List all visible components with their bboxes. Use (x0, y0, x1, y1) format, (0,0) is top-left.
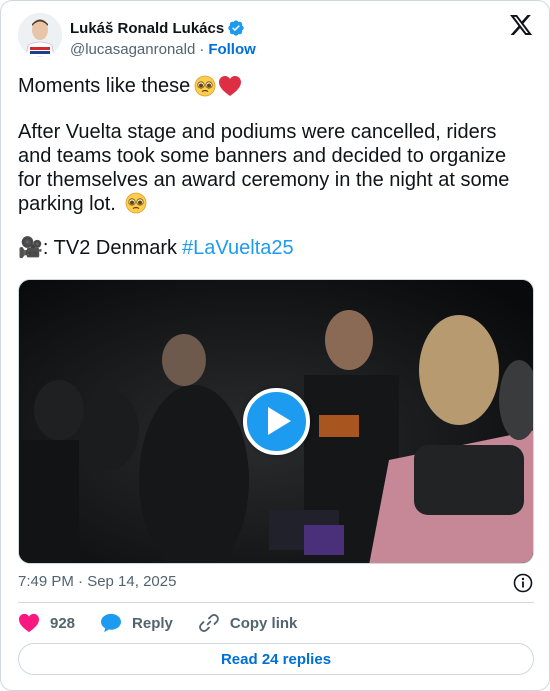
tweet-card: Lukáš Ronald Lukács @lucasaganronald · F… (0, 0, 550, 691)
tweet-header: Lukáš Ronald Lukács @lucasaganronald · F… (18, 13, 534, 63)
pleading-face-emoji (126, 192, 147, 214)
handle[interactable]: @lucasaganronald (70, 41, 195, 58)
read-replies-label: Read 24 replies (220, 650, 332, 668)
pleading-face-emoji (194, 75, 216, 97)
tweet-line-1-text: Moments like these (18, 75, 191, 97)
tweet-text: Moments like these After Vuelta stage an… (18, 72, 528, 260)
video-credit: 🎥: TV2 Denmark (18, 237, 178, 259)
info-icon[interactable] (513, 573, 533, 593)
tweet-paragraph-2-text: After Vuelta stage and podiums were canc… (18, 121, 510, 215)
hashtag-link[interactable]: #LaVuelta25 (182, 236, 294, 260)
x-logo-icon[interactable] (510, 15, 533, 36)
verified-badge-icon (228, 20, 244, 36)
action-bar: 928 Reply Copy link (18, 612, 322, 634)
tweet-meta: 7:49 PM · Sep 14, 2025 (18, 573, 534, 593)
reply-button[interactable]: Reply (100, 613, 173, 633)
play-icon (268, 407, 291, 435)
tweet-paragraph-2: After Vuelta stage and podiums were canc… (18, 120, 528, 216)
name-row: Lukáš Ronald Lukács (70, 18, 245, 38)
link-icon (199, 614, 219, 632)
tweet-line-1: Moments like these (18, 72, 528, 100)
read-replies-button[interactable]: Read 24 replies (18, 643, 534, 675)
divider (18, 602, 534, 603)
timestamp[interactable]: 7:49 PM · Sep 14, 2025 (18, 573, 176, 590)
copy-link-button[interactable]: Copy link (198, 612, 298, 634)
heart-icon (19, 613, 39, 633)
video-player[interactable] (18, 279, 534, 564)
display-name[interactable]: Lukáš Ronald Lukács (70, 20, 224, 37)
separator-dot: · (199, 41, 205, 58)
reply-bubble-icon (101, 613, 122, 633)
tweet-paragraph-3: 🎥: TV2 Denmark #LaVuelta25 (18, 236, 528, 260)
handle-row: @lucasaganronald · Follow (70, 41, 256, 58)
reply-label: Reply (132, 614, 173, 632)
like-button[interactable]: 928 (18, 613, 75, 633)
copy-link-label: Copy link (229, 614, 298, 632)
avatar[interactable] (18, 13, 62, 57)
like-count: 928 (50, 614, 76, 632)
red-heart-emoji (219, 76, 242, 96)
follow-button[interactable]: Follow (208, 41, 256, 58)
play-button[interactable] (243, 388, 310, 455)
